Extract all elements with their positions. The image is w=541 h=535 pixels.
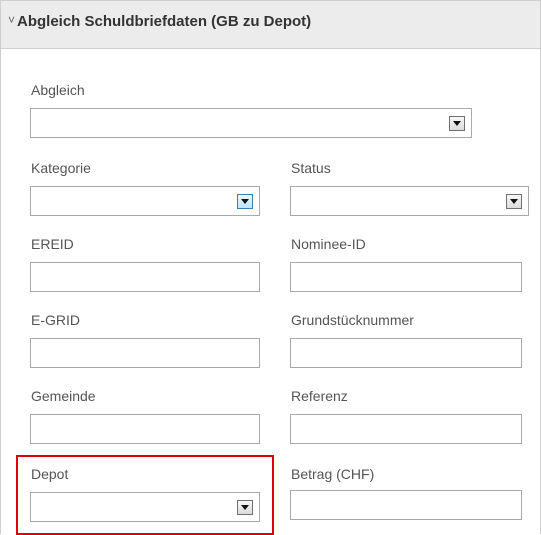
referenz-label: Referenz (291, 388, 348, 404)
abgleich-label: Abgleich (31, 82, 85, 98)
dropdown-arrow-icon[interactable] (237, 194, 253, 209)
ereid-label: EREID (31, 236, 74, 252)
dropdown-arrow-icon[interactable] (237, 500, 253, 515)
betrag-input[interactable] (290, 490, 522, 520)
panel-title: Abgleich Schuldbriefdaten (GB zu Depot) (17, 13, 312, 30)
dropdown-arrow-icon[interactable] (449, 116, 465, 131)
chevron-down-icon[interactable]: ˅ (8, 13, 15, 27)
egrid-input[interactable] (30, 338, 260, 368)
nominee-id-label: Nominee-ID (291, 236, 366, 252)
referenz-input[interactable] (290, 414, 522, 444)
kategorie-dropdown[interactable] (30, 186, 260, 216)
kategorie-label: Kategorie (31, 160, 91, 176)
egrid-label: E-GRID (31, 312, 80, 328)
nominee-id-input[interactable] (290, 262, 522, 292)
betrag-label: Betrag (CHF) (291, 466, 375, 482)
dropdown-arrow-icon[interactable] (506, 194, 522, 209)
panel-header[interactable]: ˅ Abgleich Schuldbriefdaten (GB zu Depot… (1, 1, 540, 49)
ereid-input[interactable] (30, 262, 260, 292)
gemeinde-input[interactable] (30, 414, 260, 444)
abgleich-dropdown[interactable] (30, 108, 472, 138)
depot-label: Depot (31, 466, 69, 482)
grundstuecknummer-label: Grundstücknummer (291, 312, 414, 328)
depot-dropdown[interactable] (30, 492, 260, 522)
status-dropdown[interactable] (290, 186, 529, 216)
grundstuecknummer-input[interactable] (290, 338, 522, 368)
gemeinde-label: Gemeinde (31, 388, 96, 404)
status-label: Status (291, 160, 331, 176)
